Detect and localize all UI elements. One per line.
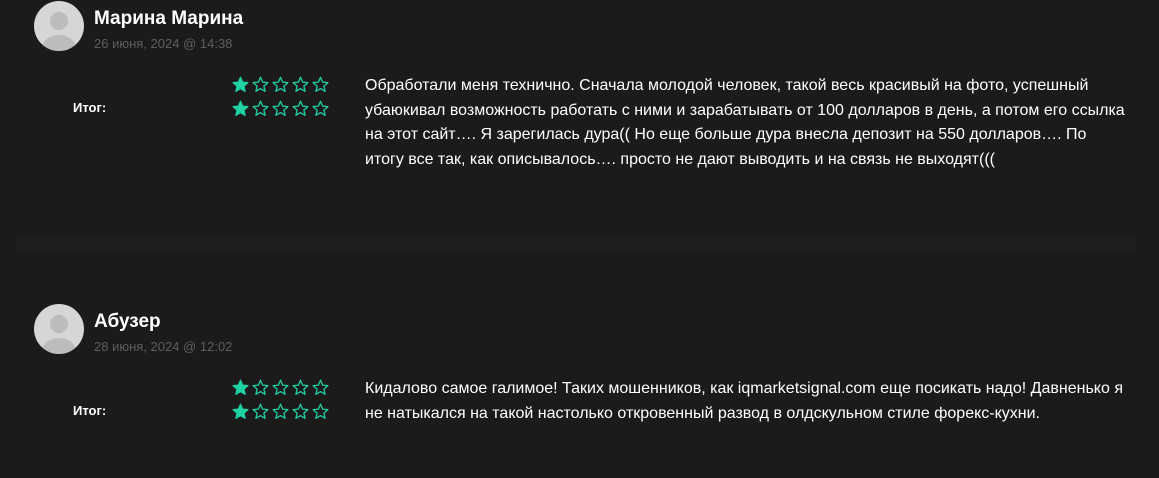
star-empty-icon: [272, 100, 289, 117]
review-author: Марина Марина: [94, 8, 244, 29]
star-empty-icon: [272, 76, 289, 93]
review-author: Абузер: [94, 311, 161, 332]
rating-stars: [232, 100, 329, 117]
review-date: 28 июня, 2024 @ 12:02: [94, 339, 233, 354]
star-empty-icon: [252, 403, 269, 420]
user-silhouette-icon: [42, 12, 76, 51]
star-empty-icon: [312, 379, 329, 396]
reviews-page: Марина Марина 26 июня, 2024 @ 14:38 Итог…: [0, 0, 1159, 478]
star-filled-icon: [232, 76, 249, 93]
star-filled-icon: [232, 100, 249, 117]
rating-stars: [232, 379, 329, 396]
rating-stars: [232, 403, 329, 420]
avatar: [34, 1, 84, 51]
review-card: Абузер 28 июня, 2024 @ 12:02 Итог: Кидал…: [0, 303, 1159, 478]
star-filled-icon: [232, 403, 249, 420]
star-empty-icon: [292, 100, 309, 117]
star-empty-icon: [272, 379, 289, 396]
star-empty-icon: [272, 403, 289, 420]
avatar: [34, 304, 84, 354]
star-empty-icon: [292, 379, 309, 396]
review-divider: [16, 237, 1136, 252]
star-empty-icon: [252, 76, 269, 93]
rating-stars: [232, 76, 329, 93]
user-silhouette-icon: [42, 315, 76, 354]
star-empty-icon: [252, 100, 269, 117]
star-empty-icon: [312, 403, 329, 420]
star-empty-icon: [292, 403, 309, 420]
star-empty-icon: [312, 76, 329, 93]
review-text: Кидалово самое галимое! Таких мошенников…: [365, 380, 1123, 422]
star-empty-icon: [292, 76, 309, 93]
rating-label: Итог:: [73, 403, 107, 418]
review-text: Обработали меня технично. Сначала молодо…: [365, 77, 1125, 168]
star-empty-icon: [312, 100, 329, 117]
review-card: Марина Марина 26 июня, 2024 @ 14:38 Итог…: [0, 0, 1159, 250]
star-empty-icon: [252, 379, 269, 396]
rating-label: Итог:: [73, 100, 107, 115]
star-filled-icon: [232, 379, 249, 396]
review-date: 26 июня, 2024 @ 14:38: [94, 36, 233, 51]
